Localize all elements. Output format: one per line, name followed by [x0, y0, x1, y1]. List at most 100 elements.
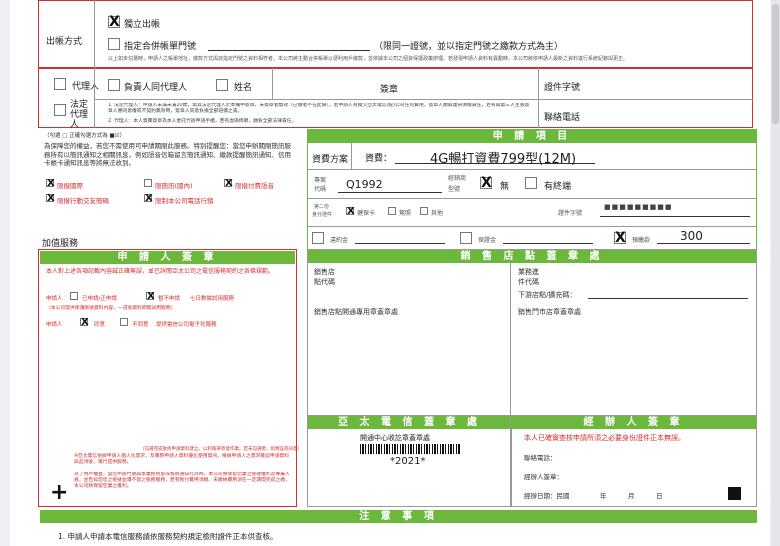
- store-stamp-header: 銷 售 店 點 蓋 章 處: [308, 250, 756, 263]
- trial-applied-checkbox[interactable]: [70, 292, 78, 300]
- notice-item-1: 1. 申請人申請本電信服務請依服務契約規定檢附證件正本供查核。: [58, 532, 278, 541]
- application-items-header: 申 請 項 目: [308, 130, 756, 143]
- scrollbar-thumb[interactable]: [772, 4, 779, 124]
- consent-disagree-checkbox[interactable]: [120, 318, 128, 326]
- store-code-label: 點代碼: [314, 278, 335, 286]
- merged-billing-note: （限同一證號，並以指定門號之繳款方式為主）: [374, 42, 564, 52]
- project-code-value[interactable]: Q1992: [346, 178, 383, 191]
- item-code-label: 件代碼: [518, 278, 539, 286]
- legal-agent-checkbox[interactable]: [54, 104, 66, 116]
- divider: [351, 143, 352, 169]
- divider: [538, 68, 539, 128]
- prepaid-label: 預繳款: [632, 237, 651, 244]
- scrollbar[interactable]: [771, 0, 780, 546]
- guarantee-label: 保證金: [478, 237, 497, 244]
- x-mark: X: [347, 206, 355, 217]
- agent-name-label: 姓名: [234, 83, 253, 93]
- addon-services-label: 加值服務: [42, 239, 79, 249]
- license-label: 駕照: [399, 210, 412, 217]
- second-id-label-1: 第二份: [314, 204, 330, 210]
- project-label-1: 專案: [314, 177, 327, 184]
- name-checkbox[interactable]: [216, 79, 228, 91]
- trial-applicant-label: 申請人: [46, 296, 63, 302]
- same-as-owner-label: 負責人同代理人: [124, 83, 188, 93]
- telemarketing-block-label: 限制本公司電話行銷: [155, 197, 214, 205]
- billing-label: 出帳方式: [46, 37, 83, 47]
- applicant-notes-red-1: ※亞太電信依據申請人個人化需求，及實際申請人資料優化使用資訊，根據申請人之需求確…: [74, 454, 290, 465]
- deposit-checkbox[interactable]: [312, 232, 324, 244]
- project-code-field[interactable]: [338, 192, 442, 193]
- x-mark: X: [47, 178, 55, 189]
- agent-checkbox[interactable]: [54, 78, 66, 90]
- other-id-checkbox[interactable]: [420, 207, 428, 215]
- plan-label: 資費方案: [312, 155, 349, 165]
- agent-id-label: 證件字號: [544, 83, 581, 93]
- project-label-2: 代碼: [314, 186, 327, 193]
- branch-code-field[interactable]: [588, 298, 748, 299]
- prepaid-value[interactable]: 300: [680, 229, 703, 243]
- dealer-label-2: 型號: [448, 186, 461, 193]
- agent-sign-label: 簽章: [380, 85, 399, 95]
- guarantee-field[interactable]: [503, 243, 593, 244]
- divider: [308, 198, 756, 199]
- consent-disagree-label: 不同意: [132, 322, 149, 328]
- merged-number-field[interactable]: [208, 50, 370, 51]
- divider: [308, 226, 756, 227]
- prepaid-field[interactable]: [657, 243, 750, 244]
- id-number-label: 證件字號: [558, 210, 583, 217]
- license-checkbox[interactable]: [388, 207, 396, 215]
- barcode-text: *2021*: [390, 456, 426, 467]
- handler-signer-label: 經辦人簽章：: [524, 473, 563, 481]
- handler-year-label: 年: [600, 492, 607, 500]
- trial-declined-label: 暫不申請: [158, 296, 181, 302]
- divider: [272, 68, 273, 99]
- registration-square-mark: [728, 487, 741, 500]
- applicant-signature-header: 申 請 人 簽 章: [40, 251, 295, 264]
- x-mark: X: [225, 178, 233, 189]
- agent-note-1: 1. 法定代理人：申請人未滿未滿20歲，需其法定代理人於本欄中簽章，未簽章者無效…: [108, 103, 530, 114]
- agent-phone-label: 聯絡電話: [544, 113, 581, 123]
- x-mark: X: [615, 230, 626, 246]
- agent-note-2: 2. 代理人：本人資費簽章為本人委託代辦申請手續，若有虛偽情節，願負全部法律責任…: [108, 119, 297, 124]
- telecom-stamp-header: 亞 太 電 信 蓋 章 處: [308, 416, 511, 429]
- has-device-label: 有終端: [544, 182, 572, 192]
- x-mark: X: [145, 193, 153, 204]
- sales-store-label: 銷售店: [314, 268, 335, 276]
- applicant-signature-section: [38, 249, 297, 507]
- divider: [94, 99, 753, 100]
- paid-voice-block-label: 限撥付費語音: [235, 182, 274, 190]
- trial-applied-label: 已申請/正申請: [82, 296, 117, 302]
- x-mark: X: [147, 291, 155, 302]
- merged-billing-checkbox[interactable]: [108, 38, 120, 50]
- divider: [94, 0, 95, 68]
- store-open-stamp-label: 銷售店點開通專用章蓋章處: [314, 308, 398, 316]
- sms-block-label: 限簡訊(國內): [155, 182, 193, 190]
- divider: [308, 169, 756, 170]
- sms-block-checkbox[interactable]: [144, 179, 152, 187]
- deposit-field[interactable]: [355, 243, 445, 244]
- barcode: [360, 444, 460, 454]
- x-mark: X: [109, 14, 120, 30]
- fee-value[interactable]: 4G暢打資費799型(12M): [430, 148, 576, 167]
- has-device-checkbox[interactable]: [525, 177, 537, 189]
- fee-label: 資費：: [365, 154, 393, 164]
- id-number-field[interactable]: [600, 216, 750, 217]
- id-number-masked[interactable]: ■■■■■■■■■: [604, 203, 673, 211]
- consent-service-label: 提供電信公司電子化服務: [156, 322, 217, 328]
- x-mark: X: [81, 317, 89, 328]
- guarantee-checkbox[interactable]: [460, 232, 472, 244]
- other-id-label: 其他: [431, 210, 444, 217]
- business-label: 業務進: [518, 268, 539, 276]
- trial-service-label: 七日數據試用服務: [190, 296, 235, 302]
- handler-statement: 本人已確實查核申請所須之必要身份證件正本無誤。: [524, 434, 685, 442]
- dealer-label-1: 經銷商: [448, 175, 467, 182]
- handler-date-label: 經辦日期：民國: [524, 492, 570, 500]
- activation-center-label: 開通中心收訖章蓋章處: [360, 434, 430, 442]
- notice-header: 注 意 事 項: [40, 510, 757, 523]
- second-id-label-2: 身分證件: [312, 212, 333, 218]
- handler-signature-header: 經 辦 人 簽 章: [511, 416, 756, 429]
- branch-code-label: 下游店點/擴充碼：: [518, 291, 577, 299]
- same-as-owner-checkbox[interactable]: [108, 79, 120, 91]
- independent-billing-label: 獨立出帳: [124, 20, 161, 30]
- applicant-notes-small: （勾選完成後依申請資料建立，以利帳單寄發作業。若未勾選者，則預設為同意）: [140, 447, 302, 452]
